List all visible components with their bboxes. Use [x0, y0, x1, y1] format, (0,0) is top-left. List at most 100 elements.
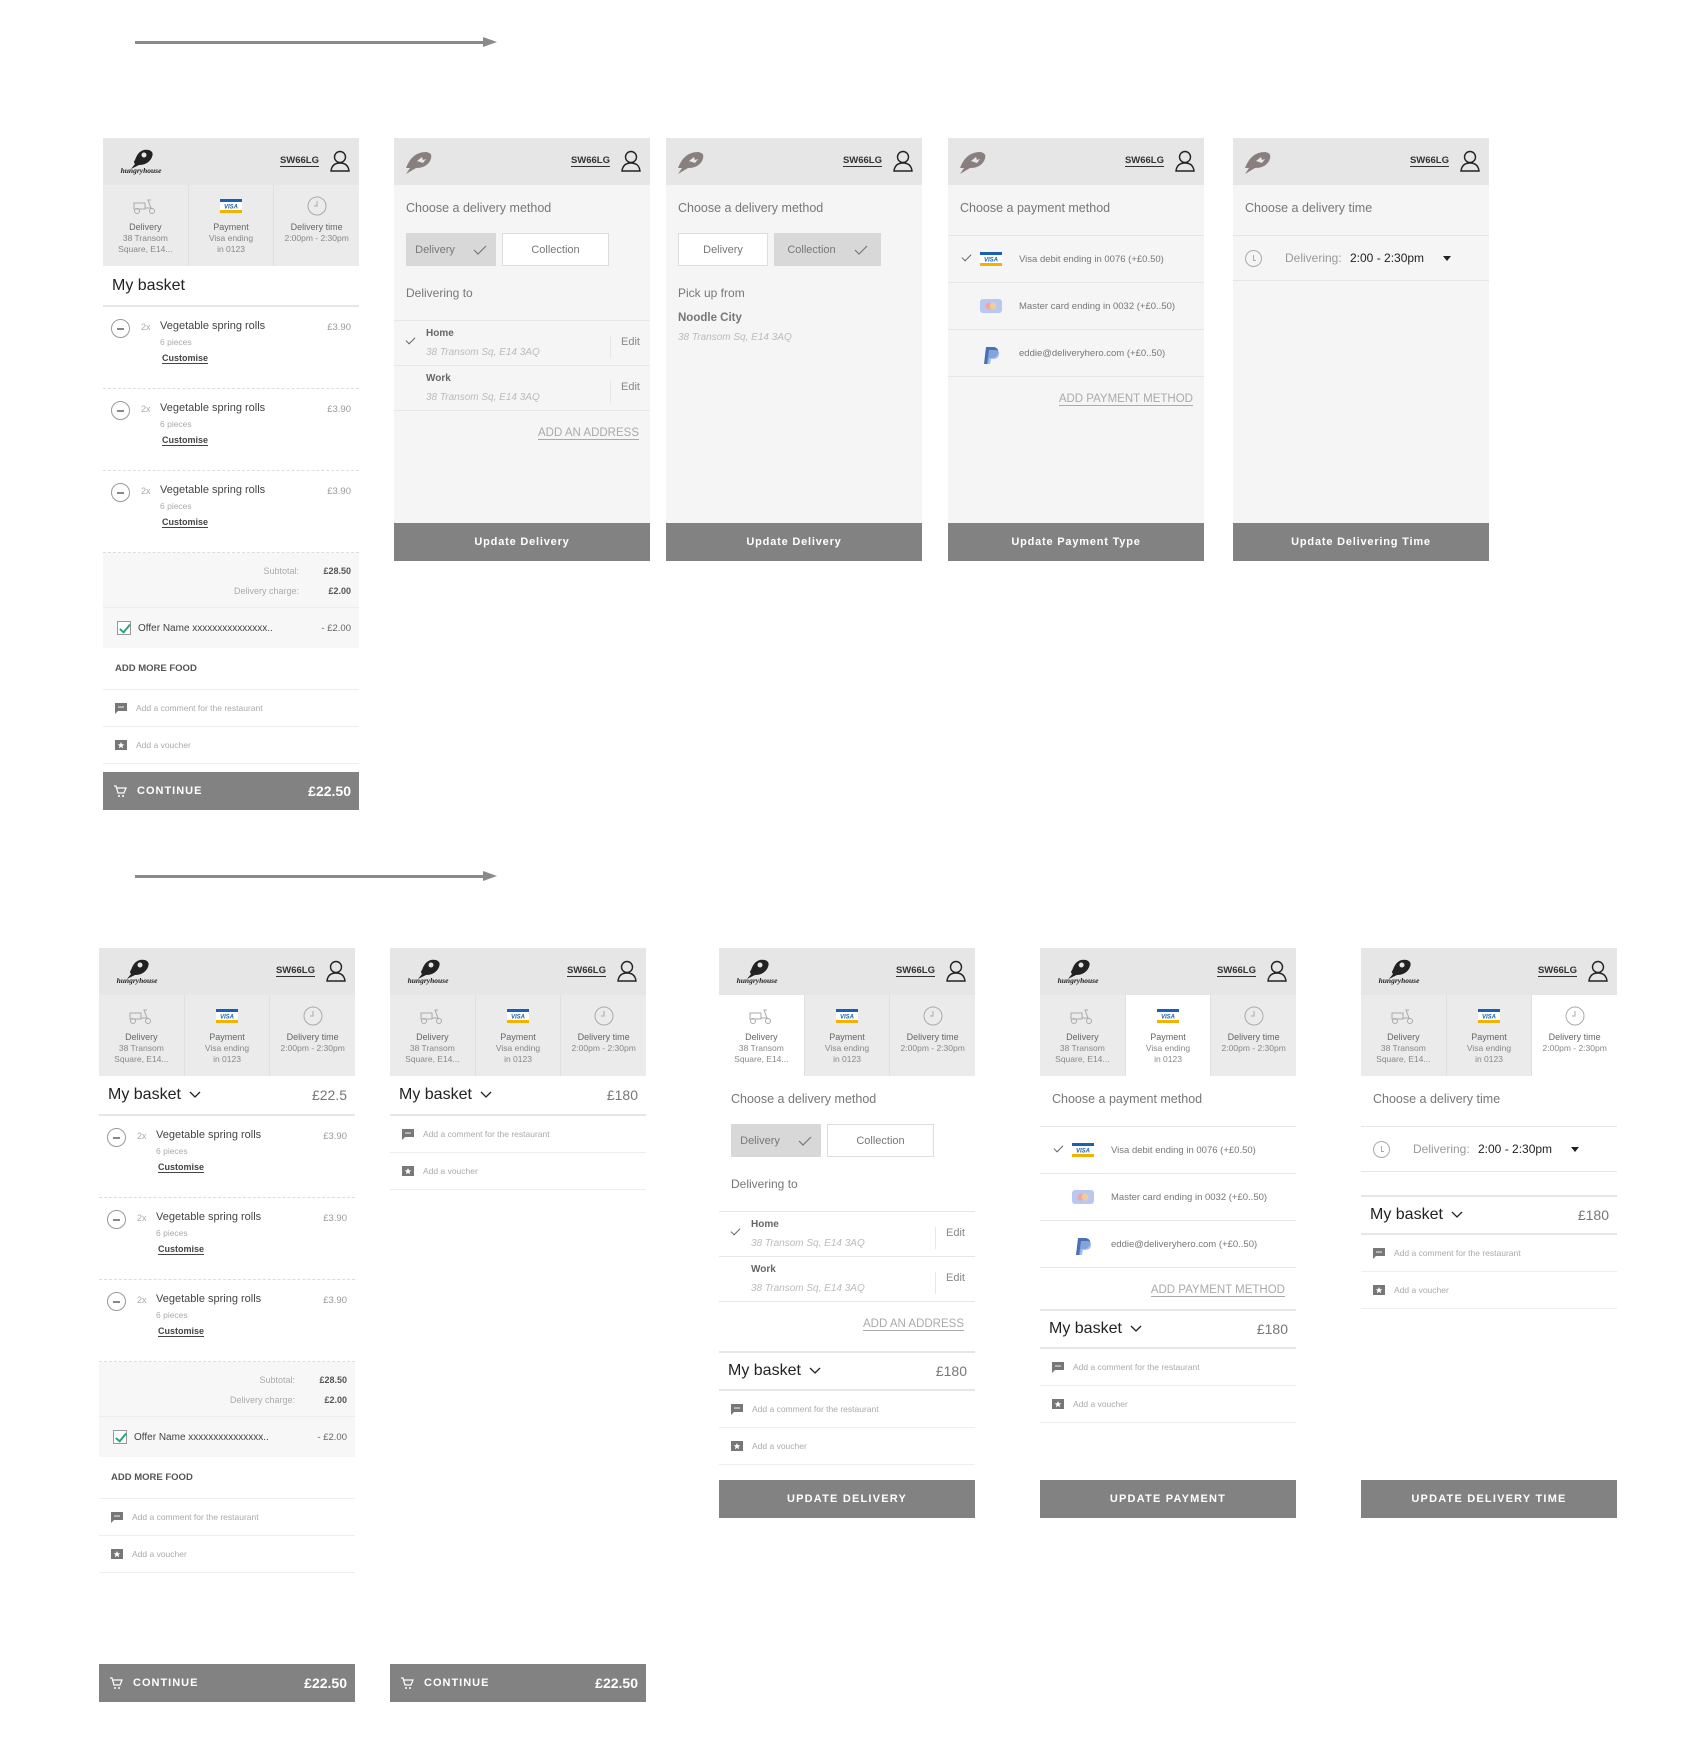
add-more-food-link[interactable]: ADD MORE FOOD — [103, 648, 359, 690]
remove-item-button[interactable] — [111, 483, 130, 502]
remove-item-button[interactable] — [107, 1292, 126, 1311]
user-account-icon[interactable] — [1267, 960, 1287, 982]
brand-logo[interactable]: hungryhouse — [727, 956, 787, 986]
summary-tab-payment[interactable]: VISA Payment Visa ending in 0123 — [1125, 995, 1212, 1076]
summary-tab-delivery[interactable]: Delivery 38 Transom Square, E14... — [1040, 995, 1126, 1076]
add-more-food-link[interactable]: ADD MORE FOOD — [99, 1457, 355, 1499]
postcode-link[interactable]: SW66LG — [895, 965, 935, 977]
add-voucher-row[interactable]: Add a voucher — [103, 727, 359, 764]
basket-header[interactable]: My basket £180 — [1040, 1309, 1296, 1349]
basket-header[interactable]: My basket £180 — [719, 1351, 975, 1391]
summary-tab-payment[interactable]: VISA Payment Visa ending in 0123 — [476, 995, 562, 1076]
add-voucher-row[interactable]: Add a voucher — [1361, 1272, 1617, 1309]
summary-tab-time[interactable]: Delivery time 2:00pm - 2:30pm — [890, 995, 975, 1076]
summary-tab-payment[interactable]: VISA Payment Visa ending in 0123 — [805, 995, 891, 1076]
brand-logo[interactable]: hungryhouse — [1048, 956, 1108, 986]
payment-option-row[interactable]: eddie@deliveryhero.com (+£0..50) — [948, 329, 1204, 376]
remove-item-button[interactable] — [111, 401, 130, 420]
postcode-link[interactable]: SW66LG — [275, 965, 315, 977]
summary-tab-payment[interactable]: VISA Payment Visa ending in 0123 — [185, 995, 271, 1076]
postcode-link[interactable]: SW66LG — [1216, 965, 1256, 977]
postcode-link[interactable]: SW66LG — [279, 155, 319, 167]
payment-option-row[interactable]: Master card ending in 0032 (+£0..50) — [1040, 1173, 1296, 1220]
offer-checkbox[interactable] — [117, 621, 131, 635]
brand-logo[interactable] — [1241, 146, 1301, 176]
postcode-link[interactable]: SW66LG — [842, 155, 882, 167]
summary-tab-delivery[interactable]: Delivery 38 Transom Square, E14... — [390, 995, 476, 1076]
basket-header[interactable]: My basket £180 — [1361, 1195, 1617, 1235]
add-comment-row[interactable]: Add a comment for the restaurant — [719, 1391, 975, 1428]
brand-logo[interactable]: hungryhouse — [398, 956, 458, 986]
collection-option-button[interactable]: Collection — [774, 233, 881, 266]
summary-tab-time[interactable]: Delivery time 2:00pm - 2:30pm — [1211, 995, 1296, 1076]
basket-header[interactable]: My basket £180 — [390, 1076, 646, 1116]
user-account-icon[interactable] — [1460, 150, 1480, 172]
summary-tab-time[interactable]: Delivery time 2:00pm - 2:30pm — [274, 185, 359, 266]
add-address-link[interactable]: ADD AN ADDRESS — [863, 1318, 964, 1331]
remove-item-button[interactable] — [107, 1210, 126, 1229]
remove-item-button[interactable] — [111, 319, 130, 338]
add-voucher-row[interactable]: Add a voucher — [390, 1153, 646, 1190]
brand-logo[interactable]: hungryhouse — [1369, 956, 1429, 986]
payment-option-row[interactable]: eddie@deliveryhero.com (+£0..50) — [1040, 1220, 1296, 1267]
add-comment-row[interactable]: Add a comment for the restaurant — [1040, 1349, 1296, 1386]
brand-logo[interactable] — [956, 146, 1016, 176]
update-delivery-button[interactable]: Update Delivery — [394, 523, 650, 561]
update-delivering-time-button[interactable]: Update Delivering Time — [1233, 523, 1489, 561]
offer-checkbox[interactable] — [113, 1430, 127, 1444]
customise-link[interactable]: Customise — [158, 1162, 205, 1173]
postcode-link[interactable]: SW66LG — [1124, 155, 1164, 167]
summary-tab-delivery[interactable]: Delivery 38 Transom Square, E14... — [1361, 995, 1447, 1076]
collection-option-button[interactable]: Collection — [827, 1124, 934, 1157]
user-account-icon[interactable] — [946, 960, 966, 982]
customise-link[interactable]: Customise — [158, 1244, 205, 1255]
add-payment-method-link[interactable]: ADD PAYMENT METHOD — [1058, 393, 1193, 406]
payment-option-row[interactable]: VISA Visa debit ending in 0076 (+£0.50) — [1040, 1126, 1296, 1173]
brand-logo[interactable]: hungryhouse — [107, 956, 167, 986]
edit-address-button[interactable]: Edit — [935, 1227, 965, 1249]
remove-item-button[interactable] — [107, 1128, 126, 1147]
payment-option-row[interactable]: VISA Visa debit ending in 0076 (+£0.50) — [948, 235, 1204, 282]
add-payment-method-link[interactable]: ADD PAYMENT METHOD — [1150, 1284, 1285, 1297]
summary-tab-delivery[interactable]: Delivery 38 Transom Square, E14... — [99, 995, 185, 1076]
user-account-icon[interactable] — [893, 150, 913, 172]
user-account-icon[interactable] — [326, 960, 346, 982]
delivery-option-button[interactable]: Delivery — [678, 233, 768, 266]
update-delivery-time-button[interactable]: UPDATE DELIVERY TIME — [1361, 1480, 1617, 1518]
edit-address-button[interactable]: Edit — [610, 381, 640, 403]
summary-tab-payment[interactable]: VISA Payment Visa ending in 0123 — [189, 185, 275, 266]
add-voucher-row[interactable]: Add a voucher — [1040, 1386, 1296, 1423]
user-account-icon[interactable] — [621, 150, 641, 172]
edit-address-button[interactable]: Edit — [935, 1272, 965, 1294]
add-voucher-row[interactable]: Add a voucher — [99, 1536, 355, 1573]
add-address-link[interactable]: ADD AN ADDRESS — [538, 427, 639, 440]
update-payment-type-button[interactable]: Update Payment Type — [948, 523, 1204, 561]
add-comment-row[interactable]: Add a comment for the restaurant — [390, 1116, 646, 1153]
brand-logo[interactable] — [402, 146, 462, 176]
continue-button[interactable]: CONTINUE £22.50 — [99, 1664, 355, 1702]
summary-tab-time[interactable]: Delivery time 2:00pm - 2:30pm — [561, 995, 646, 1076]
edit-address-button[interactable]: Edit — [610, 336, 640, 358]
postcode-link[interactable]: SW66LG — [566, 965, 606, 977]
customise-link[interactable]: Customise — [162, 517, 209, 528]
continue-button[interactable]: CONTINUE £22.50 — [390, 1664, 646, 1702]
address-row[interactable]: Home 38 Transom Sq, E14 3AQ Edit — [394, 320, 650, 365]
delivery-option-button[interactable]: Delivery — [406, 233, 496, 266]
address-row[interactable]: Work 38 Transom Sq, E14 3AQ Edit — [719, 1256, 975, 1301]
postcode-link[interactable]: SW66LG — [1537, 965, 1577, 977]
customise-link[interactable]: Customise — [162, 435, 209, 446]
summary-tab-delivery[interactable]: Delivery 38 Transom Square, E14... — [719, 995, 805, 1076]
summary-tab-time[interactable]: Delivery time 2:00pm - 2:30pm — [270, 995, 355, 1076]
brand-logo[interactable] — [674, 146, 734, 176]
basket-header[interactable]: My basket £22.5 — [99, 1076, 355, 1116]
postcode-link[interactable]: SW66LG — [570, 155, 610, 167]
continue-button[interactable]: CONTINUE £22.50 — [103, 772, 359, 810]
update-payment-button[interactable]: UPDATE PAYMENT — [1040, 1480, 1296, 1518]
summary-tab-payment[interactable]: VISA Payment Visa ending in 0123 — [1447, 995, 1533, 1076]
address-row[interactable]: Home 38 Transom Sq, E14 3AQ Edit — [719, 1211, 975, 1256]
customise-link[interactable]: Customise — [158, 1326, 205, 1337]
delivery-option-button[interactable]: Delivery — [731, 1124, 821, 1157]
user-account-icon[interactable] — [617, 960, 637, 982]
summary-tab-delivery[interactable]: Delivery 38 Transom Square, E14... — [103, 185, 189, 266]
update-delivery-button[interactable]: UPDATE DELIVERY — [719, 1480, 975, 1518]
